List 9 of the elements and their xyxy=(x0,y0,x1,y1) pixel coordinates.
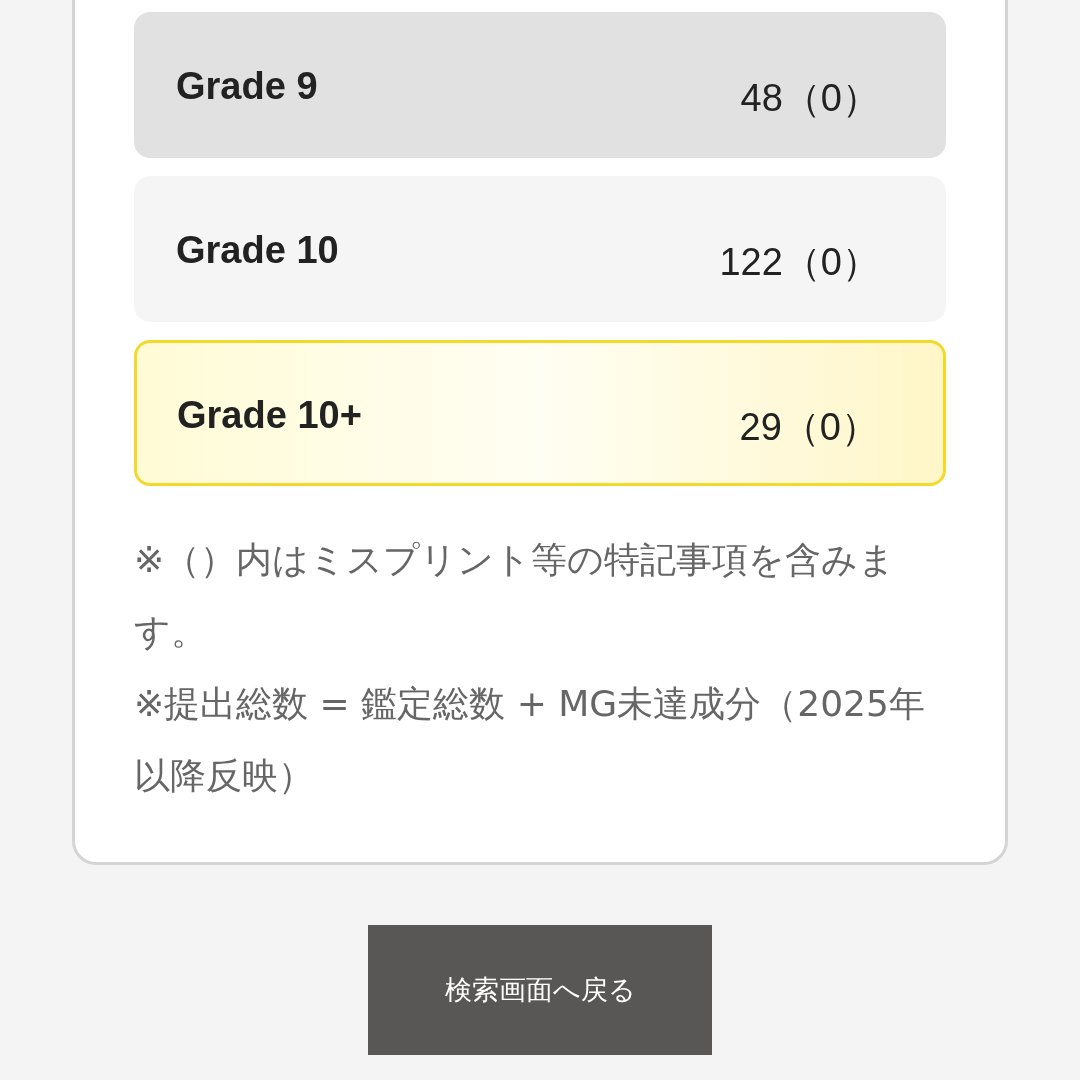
grade-count: 29（0） xyxy=(739,405,879,450)
grade-count: 122（0） xyxy=(719,240,880,285)
grade-count: 48（0） xyxy=(740,76,880,121)
back-to-search-button[interactable]: 検索画面へ戻る xyxy=(368,925,712,1055)
grade-label: Grade 10+ xyxy=(177,393,362,438)
footnote: ※（）内はミスプリント等の特記事項を含みます。 xyxy=(134,538,897,654)
grade-label: Grade 9 xyxy=(176,64,318,109)
footnote: ※提出総数 = 鑑定総数 + MG未達成分（2025年以降反映） xyxy=(134,682,926,798)
grade-label: Grade 10 xyxy=(176,228,339,273)
